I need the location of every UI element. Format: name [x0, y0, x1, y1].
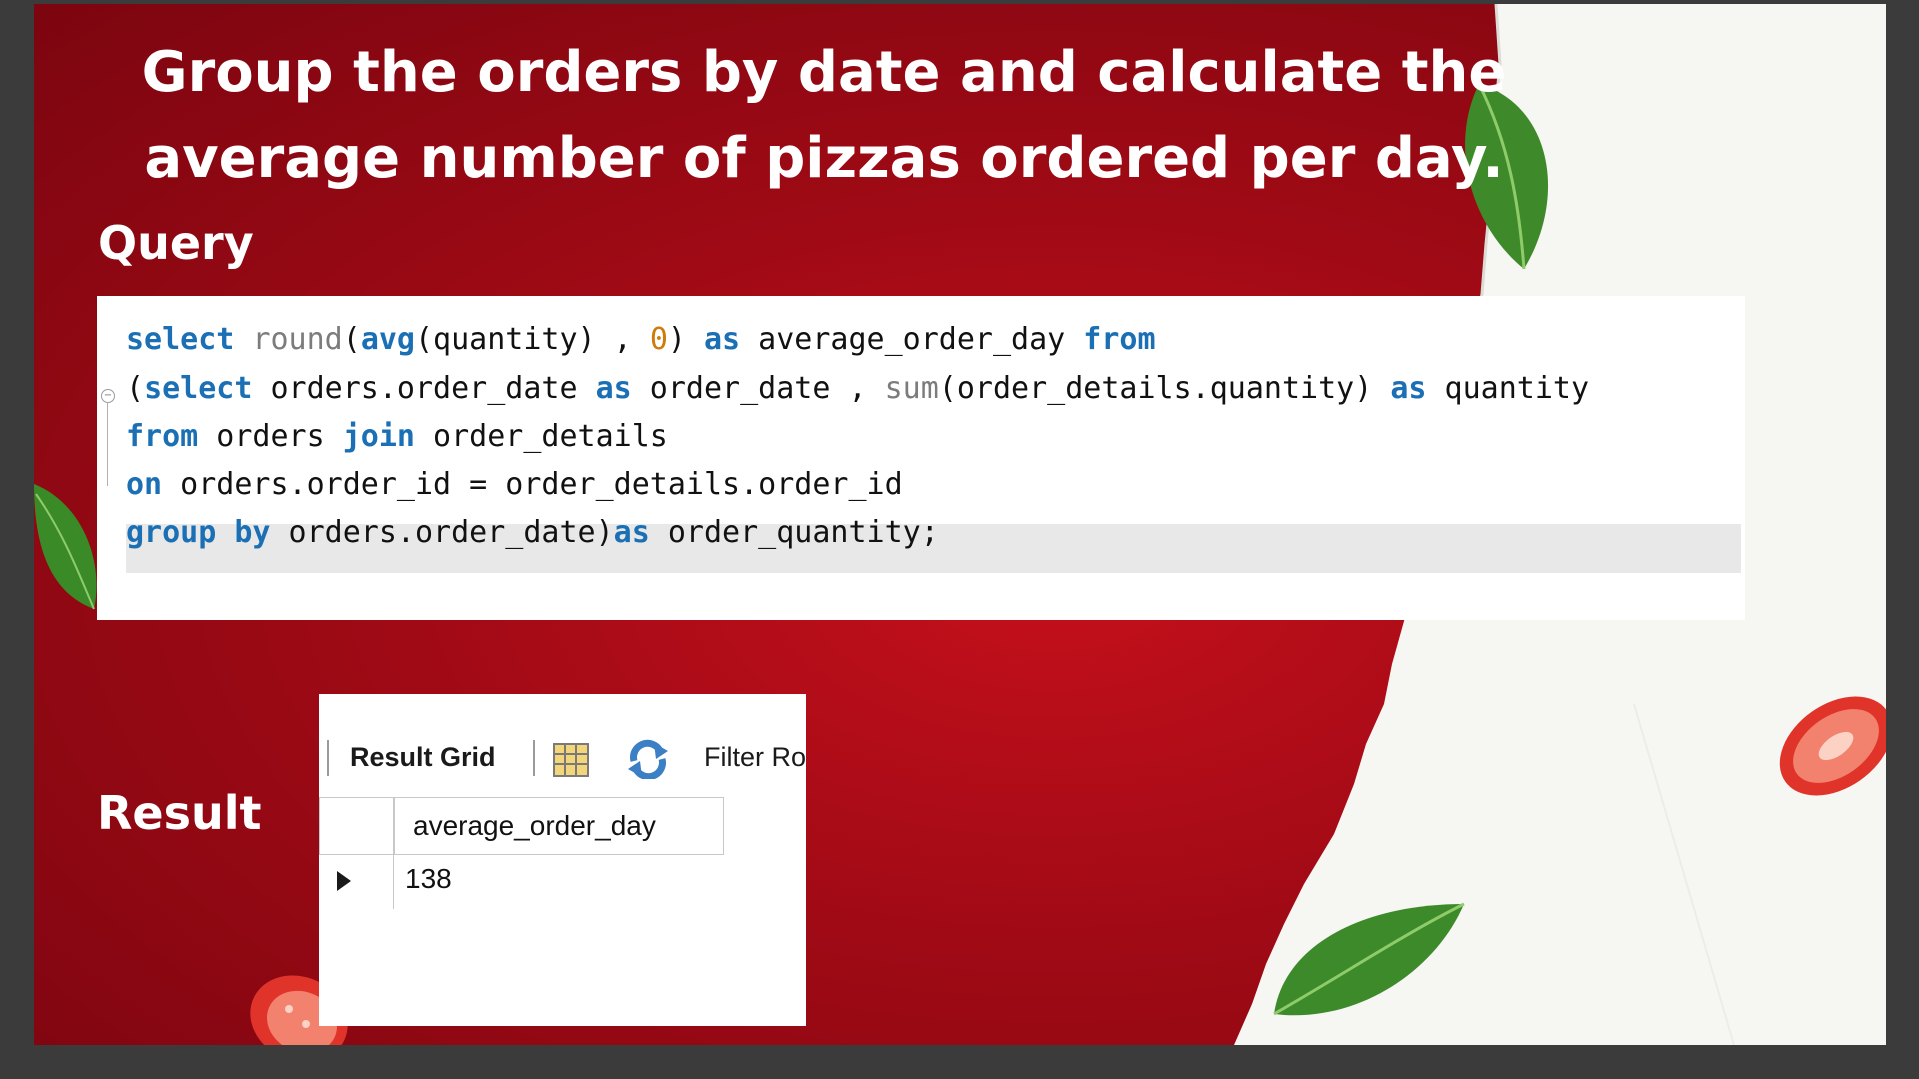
code-token: (quantity) ,: [415, 322, 650, 357]
code-token: 0: [649, 322, 668, 357]
code-line[interactable]: on orders.order_id = order_details.order…: [126, 465, 903, 505]
code-token: round: [252, 322, 343, 357]
code-token: sum: [884, 371, 939, 406]
code-token: quantity: [1426, 371, 1590, 406]
query-label: Query: [98, 216, 254, 270]
code-line[interactable]: select round(avg(quantity) , 0) as avera…: [126, 320, 1156, 360]
basil-leaf-bottom: [1273, 902, 1465, 1016]
sql-editor[interactable]: − select round(avg(quantity) , 0) as ave…: [97, 296, 1745, 620]
code-token: select: [126, 322, 235, 357]
result-grid-tab[interactable]: Result Grid: [350, 742, 496, 773]
toolbar-separator: [533, 740, 535, 776]
code-token: group by: [126, 515, 271, 550]
filter-rows-label[interactable]: Filter Ro: [704, 742, 806, 773]
slide: Group the orders by date and calculate t…: [34, 4, 1886, 1045]
code-token: select: [144, 371, 253, 406]
code-token: order_quantity;: [649, 515, 939, 550]
grid-columns-icon[interactable]: [552, 742, 590, 778]
result-toolbar: Result Grid Filter Ro: [319, 734, 806, 779]
code-token: order_details: [415, 419, 668, 454]
code-token: order_date ,: [631, 371, 885, 406]
refresh-icon[interactable]: [624, 739, 672, 779]
code-token: as: [595, 371, 632, 406]
row-pointer-icon: [337, 871, 351, 891]
toolbar-separator: [327, 740, 329, 776]
code-token: from: [126, 419, 199, 454]
code-line[interactable]: from orders join order_details: [126, 417, 668, 457]
row-marker[interactable]: [319, 855, 394, 909]
grid-corner: [319, 797, 394, 855]
code-token: join: [342, 419, 415, 454]
fold-marker-icon[interactable]: −: [101, 389, 115, 403]
code-token: ): [667, 322, 704, 357]
code-token: orders.order_id = order_details.order_id: [162, 467, 903, 502]
code-token: as: [704, 322, 741, 357]
code-line[interactable]: group by orders.order_date)as order_quan…: [126, 513, 939, 553]
basil-leaf-left: [34, 484, 97, 610]
slide-title-line-1: Group the orders by date and calculate t…: [141, 40, 1507, 105]
table-cell-average-order-day[interactable]: 138: [405, 863, 452, 895]
code-token: (: [126, 371, 145, 406]
code-token: average_order_day: [740, 322, 1084, 357]
code-token: (order_details.quantity): [938, 371, 1391, 406]
code-token: from: [1083, 322, 1156, 357]
code-token: avg: [360, 322, 415, 357]
code-token: (: [342, 322, 361, 357]
fold-guide: [107, 402, 108, 486]
code-token: orders: [198, 419, 343, 454]
column-header-average-order-day[interactable]: average_order_day: [394, 797, 724, 855]
code-token: as: [1390, 371, 1427, 406]
code-token: orders.order_date): [270, 515, 614, 550]
slide-title: Group the orders by date and calculate t…: [114, 30, 1534, 202]
code-token: as: [613, 515, 650, 550]
code-token: on: [126, 467, 163, 502]
result-label: Result: [97, 786, 262, 840]
result-grid-panel: Result Grid Filter Ro average_order_day …: [319, 694, 806, 1026]
slide-title-line-2: average number of pizzas ordered per day…: [144, 126, 1504, 191]
code-token: orders.order_date: [252, 371, 596, 406]
code-line[interactable]: (select orders.order_date as order_date …: [126, 369, 1589, 409]
frame: Group the orders by date and calculate t…: [0, 0, 1919, 1079]
tomato-slice-right: [1779, 696, 1886, 796]
